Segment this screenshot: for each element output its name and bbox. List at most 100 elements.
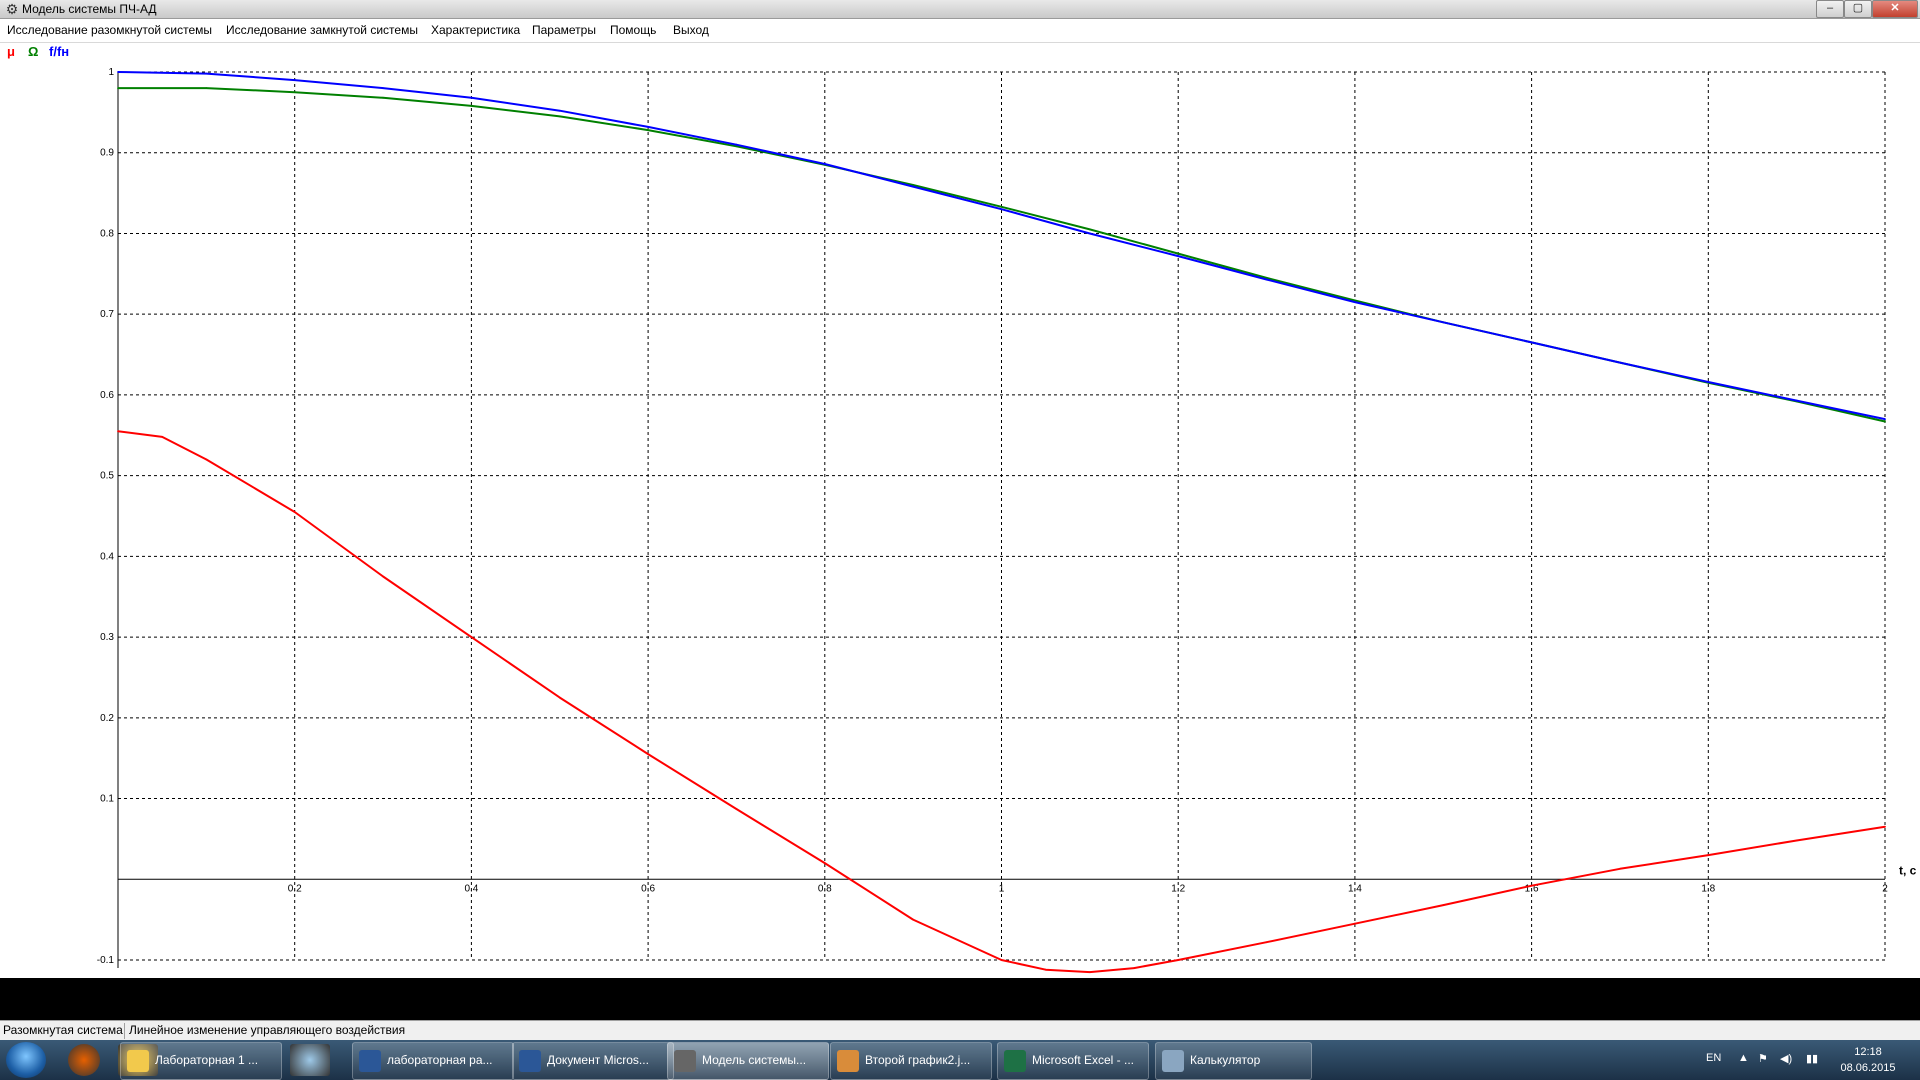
data-point [558,109,561,112]
volume-icon[interactable]: ◀) [1780,1052,1792,1065]
data-point [1442,904,1445,907]
data-point [1133,967,1135,969]
status-bar: Разомкнутая система Линейное изменение у… [0,1020,1920,1041]
taskbar-button-3[interactable]: Документ Micros... [512,1042,674,1080]
data-point [470,105,473,107]
menu-help[interactable]: Помощь [610,23,656,37]
taskbar-button-7[interactable]: Калькулятор [1155,1042,1312,1080]
data-point [1884,825,1886,828]
network-icon[interactable]: ▮▮ [1806,1052,1818,1065]
data-point [1619,867,1621,870]
x-tick-label: 0.8 [818,883,832,894]
taskbar-button-2[interactable]: лабораторная ра... [352,1042,514,1080]
data-point [1354,301,1356,303]
data-point [735,808,738,810]
data-point [647,125,649,128]
data-point [1044,968,1047,971]
word-icon [519,1050,541,1072]
black-band [0,978,1920,1020]
x-tick-label: 0.4 [464,883,478,894]
y-tick-label: 0.4 [100,551,114,562]
folder-icon [127,1050,149,1072]
y-tick-label: 0.9 [100,148,114,159]
data-point [117,430,119,433]
data-point [1088,228,1091,231]
data-point [293,511,296,513]
line-chart: 0.2 0.4 0.6 0.8 1 1.2 1.4 1.6 1.8 2-0.10.10.20.30… [97,67,1917,974]
paint-icon [837,1050,859,1072]
gear-icon [674,1050,696,1072]
taskbar-button-label: Microsoft Excel - ... [1032,1053,1135,1067]
menu-bar: Исследование разомкнутой системы Исследо… [0,20,1920,43]
data-point [1795,399,1798,402]
menu-open-system[interactable]: Исследование разомкнутой системы [7,23,212,37]
data-point [1265,941,1268,944]
data-point [1088,971,1091,974]
windows-start-icon[interactable] [6,1042,46,1078]
close-button[interactable]: ✕ [1872,0,1918,18]
notepad-icon[interactable] [290,1044,330,1076]
data-point [1000,205,1003,208]
minimize-button[interactable]: – [1816,0,1844,18]
clock-time: 12:18 [1854,1046,1882,1058]
x-tick-label: 1 [999,883,1005,894]
data-point [382,575,384,578]
data-point [1177,255,1180,257]
x-tick-label: 1.8 [1701,883,1715,894]
y-tick-label: 0.7 [100,309,114,320]
x-tick-label: 1.4 [1348,883,1362,894]
taskbar-button-1[interactable]: Лабораторная 1 ... [120,1042,282,1080]
data-point [1354,922,1356,925]
data-point [1442,321,1445,324]
data-point [205,72,208,75]
menu-parameters[interactable]: Параметры [532,23,596,37]
legend-omega: Ω [28,44,39,59]
y-tick-label: 0.6 [100,390,114,401]
data-point [470,636,473,638]
taskbar-button-label: Калькулятор [1190,1053,1261,1067]
data-point [470,96,473,99]
data-point [1884,420,1886,423]
data-point [293,79,296,81]
menu-characteristic[interactable]: Характеристика [431,23,520,37]
data-point [1707,854,1710,856]
menu-closed-system[interactable]: Исследование замкнутой системы [226,23,418,37]
calculator-icon [1162,1050,1184,1072]
status-mode: Разомкнутая система [3,1023,123,1037]
gear-icon: ⚙ [5,1,19,17]
data-point [1000,208,1003,211]
taskbar-button-label: Документ Micros... [547,1053,649,1067]
taskbar-button-4[interactable]: Модель системы... [667,1042,829,1080]
x-axis-label: t, c [1899,863,1917,877]
language-indicator[interactable]: EN [1706,1052,1721,1064]
firefox-icon[interactable] [68,1044,100,1076]
taskbar-button-5[interactable]: Второй график2.j... [830,1042,992,1080]
window-title: Модель системы ПЧ-АД [22,2,157,16]
data-point [1177,252,1180,255]
data-point [1530,341,1533,344]
excel-icon [1004,1050,1026,1072]
menu-exit[interactable]: Выход [673,23,709,37]
title-bar[interactable]: ⚙ Модель системы ПЧ-АД – ▢ ✕ [0,0,1920,19]
data-point [912,185,915,188]
data-point [293,91,296,94]
data-point [1619,361,1621,364]
show-hidden-icons-icon[interactable]: ▲ [1738,1052,1749,1064]
maximize-button[interactable]: ▢ [1844,0,1872,18]
data-point [1707,381,1710,383]
app-window: ⚙ Модель системы ПЧ-АД – ▢ ✕ Исследовани… [0,0,1920,1041]
data-point [1088,232,1091,235]
clock-date: 08.06.2015 [1840,1062,1896,1074]
flag-icon[interactable]: ⚑ [1758,1052,1768,1065]
taskbar-button-6[interactable]: Microsoft Excel - ... [997,1042,1149,1080]
status-message: Линейное изменение управляющего воздейст… [129,1023,406,1037]
clock[interactable]: 12:18 08.06.2015 [1830,1044,1906,1076]
data-point [1795,839,1798,842]
data-point [647,129,649,132]
data-point [912,918,915,921]
word-icon [359,1050,381,1072]
data-point [1530,884,1533,887]
taskbar-button-label: Лабораторная 1 ... [155,1053,259,1067]
taskbar: Лабораторная 1 ... лабораторная ра... Доку… [0,1040,1920,1080]
data-point [558,696,561,699]
